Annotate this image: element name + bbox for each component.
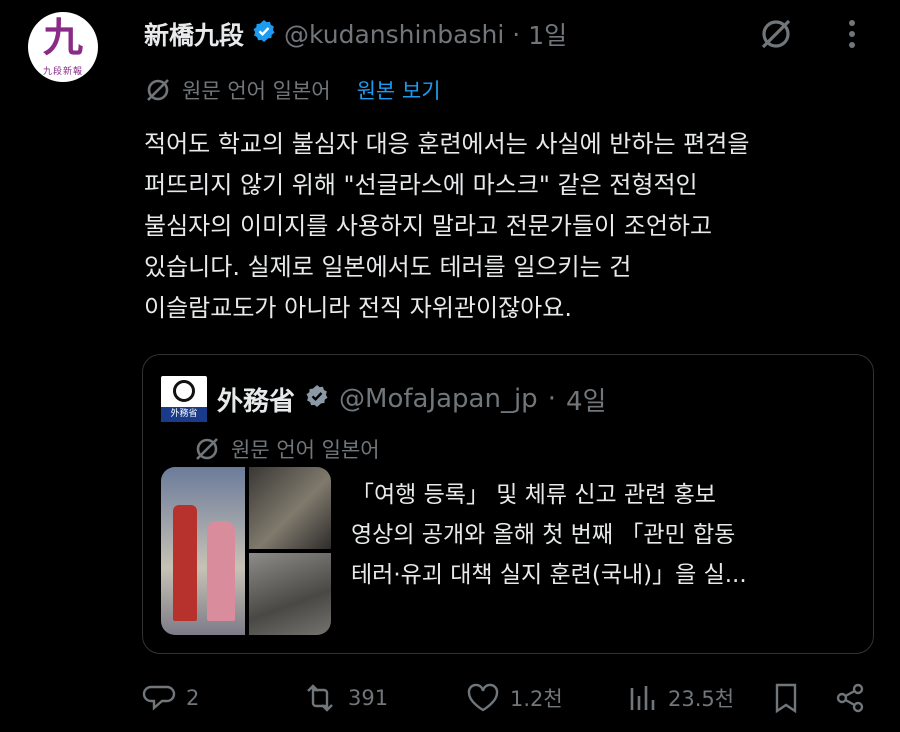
bookmark-icon [772,682,800,714]
quoted-author-handle[interactable]: @MofaJapan_jp [339,384,538,414]
like-icon [466,682,500,714]
avatar-subtext: 九段新報 [42,67,83,77]
quoted-tweet-text: 「여행 등록」 및 체류 신고 관련 홍보 영상의 공개와 올해 첫 번째 「관… [351,475,851,595]
quoted-tweet-time[interactable]: 4일 [566,381,606,418]
quoted-translation-notice: 원문 언어 일본어 [193,431,380,467]
translation-notice: 원문 언어 일본어 원본 보기 [144,72,441,108]
tweet-action-bar: 2 391 1.2천 23.5천 [0,678,900,718]
separator-dot: · [547,384,556,414]
tweet-top-actions [756,14,872,54]
tweet-body-line: 이슬람교도가 아니라 전직 자위관이잖아요. [144,294,572,322]
emblem-icon [173,380,195,402]
quoted-media-grid[interactable] [161,467,331,635]
media-photo-2[interactable] [249,467,331,549]
like-button[interactable]: 1.2천 [466,678,563,718]
reply-count: 2 [186,686,200,710]
views-icon [628,682,658,714]
translate-label: 원문 언어 일본어 [182,79,331,103]
author-name[interactable]: 新橋九段 [144,16,244,52]
repost-count: 391 [348,686,389,710]
share-icon [834,682,866,714]
repost-icon [302,681,338,715]
reply-icon [142,681,176,715]
quoted-tweet[interactable]: 外務省 外務省 @MofaJapan_jp · 4일 원문 언어 일본어 「여행… [142,354,874,654]
avatar-glyph: 九 [43,15,83,61]
more-icon[interactable] [832,14,872,54]
quoted-text-line: 테러·유괴 대책 실지 훈련(국내)」을 실... [351,562,747,588]
tweet-body-line: 적어도 학교의 불심자 대응 훈련에서는 사실에 반하는 편견을 [144,130,750,158]
grok-icon[interactable] [756,14,796,54]
author-handle[interactable]: @kudanshinbashi [284,20,504,49]
tweet-body: 적어도 학교의 불심자 대응 훈련에서는 사실에 반하는 편견을 퍼뜨리지 않기… [144,124,874,329]
quoted-author-avatar[interactable]: 外務省 [161,376,207,422]
share-button[interactable] [834,678,866,718]
quoted-text-line: 영상의 공개와 올해 첫 번째 「관민 합동 [351,522,736,548]
quoted-translate-label: 원문 언어 일본어 [231,438,380,462]
repost-button[interactable]: 391 [302,678,388,718]
tweet-header: 新橋九段 @kudanshinbashi · 1일 [144,14,567,54]
show-original-link[interactable]: 원본 보기 [357,75,441,105]
person-figure [207,521,235,621]
translate-icon [144,76,172,104]
quoted-avatar-label: 外務省 [161,407,207,422]
quoted-author-name[interactable]: 外務省 [217,381,295,418]
verified-badge-icon [252,19,276,49]
bookmark-button[interactable] [772,678,800,718]
tweet-body-line: 퍼뜨리지 않기 위해 "선글라스에 마스크" 같은 전형적인 [144,171,698,199]
views-button[interactable]: 23.5천 [628,678,734,718]
quoted-text-line: 「여행 등록」 및 체류 신고 관련 홍보 [351,482,716,508]
translate-icon [193,435,221,463]
media-photo-1[interactable] [161,467,245,635]
separator-dot: · [512,19,521,49]
media-photo-3[interactable] [249,553,331,635]
tweet-body-line: 불심자의 이미지를 사용하지 말라고 전문가들이 조언하고 [144,212,713,240]
like-count: 1.2천 [510,687,563,711]
quoted-tweet-header: 外務省 外務省 @MofaJapan_jp · 4일 [161,376,606,422]
reply-button[interactable]: 2 [142,678,199,718]
tweet-time[interactable]: 1일 [528,16,567,52]
tweet-body-line: 있습니다. 실제로 일본에서도 테러를 일으키는 건 [144,253,632,281]
view-count: 23.5천 [668,687,735,711]
person-figure [173,505,197,621]
verified-badge-icon [305,384,329,415]
author-avatar[interactable]: 九 九段新報 [28,12,98,82]
